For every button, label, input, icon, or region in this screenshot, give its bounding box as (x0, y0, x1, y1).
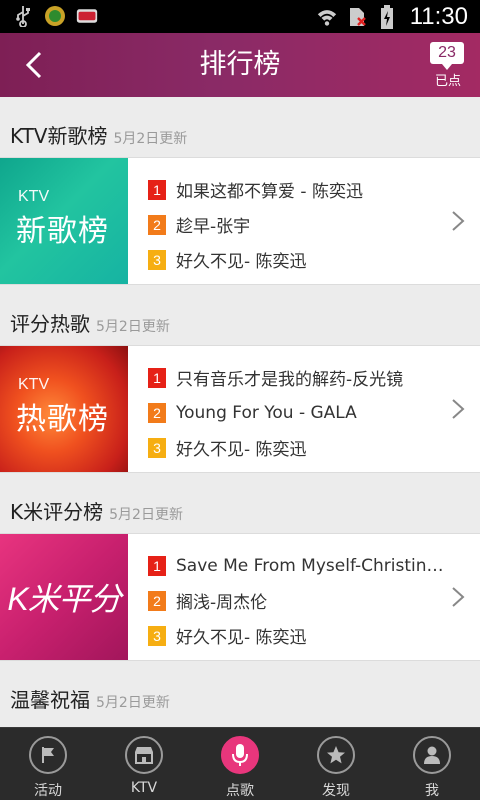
chart-card-hot-songs[interactable]: KTV 热歌榜 1 只有音乐才是我的解药-反光镜 2 Young For You… (0, 345, 480, 473)
rank-badge: 2 (148, 402, 166, 423)
song-row: 3 好久不见- 陈奕迅 (148, 430, 448, 465)
rank-badge: 3 (148, 625, 166, 646)
section-header: 评分热歌 5月2日更新 (0, 285, 480, 345)
song-row: 1 如果这都不算爱 - 陈奕迅 (148, 172, 448, 207)
song-row: 3 好久不见- 陈奕迅 (148, 618, 448, 653)
song-row: 2 趁早-张宇 (148, 207, 448, 242)
song-row: 2 Young For You - GALA (148, 395, 448, 430)
tab-activity[interactable]: 活动 (0, 728, 96, 800)
chevron-left-icon (25, 51, 42, 79)
song-row: 1 Save Me From Myself-Christin… (148, 548, 448, 583)
status-bar: 11:30 (0, 0, 480, 33)
rank-badge: 1 (148, 555, 166, 576)
user-icon (413, 736, 451, 774)
chevron-right-icon (452, 587, 465, 607)
queued-songs-button[interactable]: 23 已点 (430, 42, 466, 89)
chart-card-kmi-score[interactable]: K米平分 1 Save Me From Myself-Christin… 2 搁… (0, 533, 480, 661)
tab-label: 发现 (322, 783, 350, 799)
ktv-notification-icon (76, 5, 98, 27)
thumbnail-ktv-text: KTV (18, 188, 50, 205)
section-header: 温馨祝福 5月2日更新 (0, 661, 480, 721)
no-sim-icon (346, 6, 368, 28)
chart-card-ktv-new[interactable]: KTV 新歌榜 1 如果这都不算爱 - 陈奕迅 2 趁早-张宇 3 好久不见- … (0, 157, 480, 285)
rank-badge: 3 (148, 249, 166, 270)
thumbnail-ktv-text: KTV (18, 376, 50, 393)
section-title: 评分热歌 (10, 312, 90, 336)
rank-badge: 2 (148, 590, 166, 611)
tab-label: 活动 (34, 783, 62, 799)
song-title: 好久不见- 陈奕迅 (176, 252, 307, 272)
tab-label: 我 (425, 783, 439, 799)
rank-badge: 1 (148, 367, 166, 388)
rank-badge: 1 (148, 179, 166, 200)
rank-badge: 2 (148, 214, 166, 235)
usb-icon (12, 5, 34, 27)
song-list: 1 Save Me From Myself-Christin… 2 搁浅-周杰伦… (148, 548, 448, 653)
song-title: Save Me From Myself-Christin… (176, 555, 444, 576)
tab-order-songs[interactable]: 点歌 (192, 728, 288, 800)
chart-thumbnail: KTV 新歌榜 (0, 158, 128, 284)
wifi-icon (316, 6, 338, 28)
section-update-date: 5月2日更新 (113, 131, 188, 147)
queue-label: 已点 (434, 74, 461, 89)
app-notification-icon (44, 5, 66, 27)
song-title: 趁早-张宇 (176, 217, 251, 237)
song-list: 1 如果这都不算爱 - 陈奕迅 2 趁早-张宇 3 好久不见- 陈奕迅 (148, 172, 448, 277)
section-header: K米评分榜 5月2日更新 (0, 473, 480, 533)
song-title: Young For You - GALA (176, 402, 357, 423)
back-button[interactable] (14, 45, 54, 85)
section-update-date: 5月2日更新 (109, 507, 183, 523)
chart-list[interactable]: KTV新歌榜 5月2日更新 KTV 新歌榜 1 如果这都不算爱 - 陈奕迅 2 … (0, 97, 480, 727)
flag-icon (29, 736, 67, 774)
section-title: 温馨祝福 (10, 688, 90, 712)
chart-thumbnail: KTV 热歌榜 (0, 346, 128, 472)
queue-count-badge: 23 (430, 42, 464, 70)
clock: 11:30 (409, 2, 468, 30)
section-header: KTV新歌榜 5月2日更新 (0, 97, 480, 157)
chart-thumbnail: K米平分 (0, 534, 128, 660)
song-list: 1 只有音乐才是我的解药-反光镜 2 Young For You - GALA … (148, 360, 448, 465)
microphone-icon (221, 736, 259, 774)
song-row: 3 好久不见- 陈奕迅 (148, 242, 448, 277)
tab-label: 点歌 (226, 783, 254, 799)
song-title: 如果这都不算爱 - 陈奕迅 (176, 182, 363, 202)
section-title: KTV新歌榜 (10, 124, 108, 148)
song-row: 1 只有音乐才是我的解药-反光镜 (148, 360, 448, 395)
section-update-date: 5月2日更新 (96, 319, 170, 335)
tab-me[interactable]: 我 (384, 728, 480, 800)
battery-charging-icon (376, 4, 398, 29)
song-row: 2 搁浅-周杰伦 (148, 583, 448, 618)
store-icon (125, 736, 163, 774)
song-title: 搁浅-周杰伦 (176, 593, 268, 613)
thumbnail-chart-name: 热歌榜 (16, 402, 109, 437)
song-title: 好久不见- 陈奕迅 (176, 628, 307, 648)
rank-badge: 3 (148, 437, 166, 458)
section-title: K米评分榜 (10, 500, 104, 524)
tab-label: KTV (130, 780, 158, 796)
thumbnail-chart-name: 新歌榜 (16, 214, 109, 249)
page-title: 排行榜 (199, 49, 281, 80)
kmi-score-logo: K米平分 (7, 581, 121, 617)
section-update-date: 5月2日更新 (96, 695, 170, 711)
tab-ktv[interactable]: KTV (96, 728, 192, 800)
bottom-navigation: 活动 KTV 点歌 发现 我 (0, 727, 480, 800)
song-title: 好久不见- 陈奕迅 (176, 440, 307, 460)
chevron-right-icon (452, 399, 465, 419)
song-title: 只有音乐才是我的解药-反光镜 (176, 370, 404, 390)
chevron-right-icon (452, 211, 465, 231)
tab-discover[interactable]: 发现 (288, 728, 384, 800)
star-icon (317, 736, 355, 774)
title-bar: 排行榜 23 已点 (0, 33, 480, 97)
